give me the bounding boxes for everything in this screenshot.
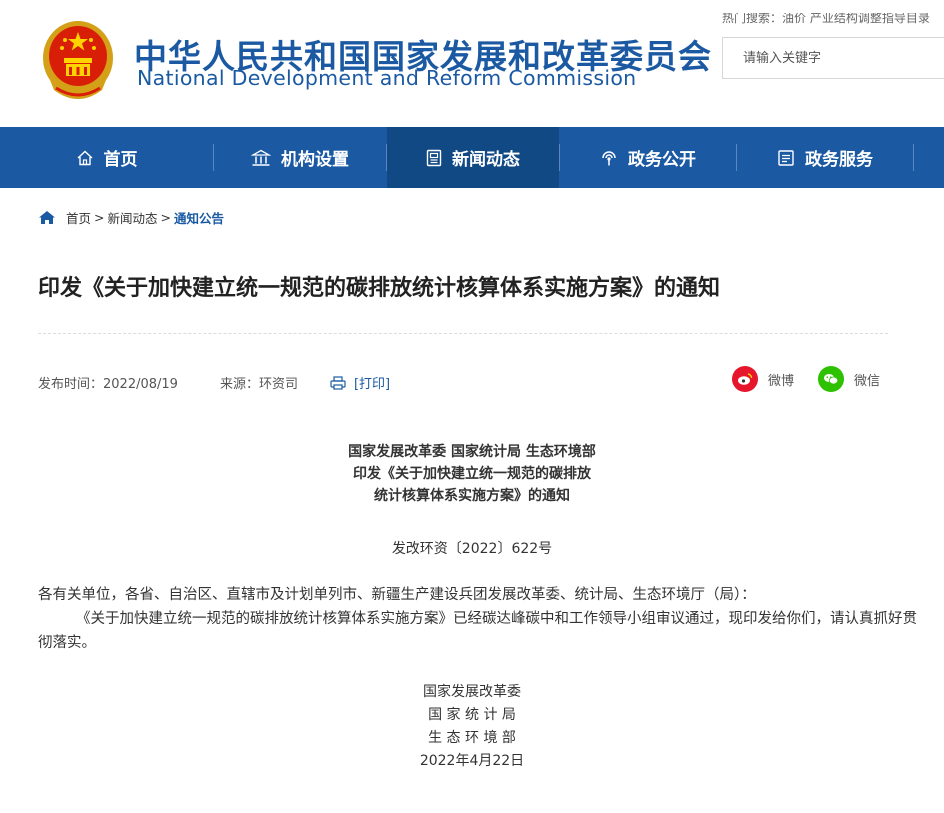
share-bar: 微博 微信	[732, 366, 880, 392]
breadcrumb-separator: >	[94, 210, 105, 225]
article-source: 来源：环资司	[219, 377, 298, 392]
signature-block: 国家发展改革委 国 家 统 计 局 生 态 环 境 部 2022年4月22日	[0, 681, 944, 773]
site-title-english[interactable]: National Development and Reform Commissi…	[137, 66, 636, 90]
breadcrumb-home-link[interactable]: 首页	[66, 208, 91, 227]
building-icon	[251, 149, 271, 167]
print-button[interactable]: [打印]	[330, 373, 390, 392]
share-wechat-button[interactable]: 微信	[818, 366, 880, 392]
signatory: 生 态 环 境 部	[428, 730, 516, 746]
breadcrumb: 首页 > 新闻动态 > 通知公告	[38, 208, 224, 227]
nav-item-home[interactable]: 首页	[0, 127, 213, 188]
home-icon	[38, 210, 56, 225]
search-box	[722, 37, 944, 79]
publish-time: 发布时间：2022/08/19	[38, 377, 178, 392]
issuer-line: 统计核算体系实施方案》的通知	[374, 488, 570, 504]
nav-item-label: 机构设置	[281, 150, 349, 170]
nav-item-label: 政务公开	[628, 150, 696, 170]
nav-item-label: 首页	[103, 150, 138, 170]
main-nav: 首页 机构设置 新闻动态 政务公开 政务服务	[0, 127, 944, 188]
home-icon	[76, 149, 94, 167]
hot-search-links[interactable]: 热门搜索：油价 产业结构调整指导目录	[722, 13, 944, 27]
broadcast-icon	[600, 149, 618, 167]
share-weibo-label: 微博	[768, 373, 795, 389]
breadcrumb-separator: >	[160, 210, 171, 225]
article-meta: 发布时间：2022/08/19 来源：环资司 [打印]	[38, 373, 390, 392]
nav-item-news[interactable]: 新闻动态	[387, 127, 559, 188]
nav-divider	[913, 144, 914, 171]
issuer-line: 国家发展改革委 国家统计局 生态环境部	[348, 444, 596, 460]
issuer-line: 印发《关于加快建立统一规范的碳排放	[353, 466, 591, 482]
signatory: 国家发展改革委	[423, 684, 521, 700]
news-icon	[426, 149, 442, 167]
share-wechat-label: 微信	[854, 373, 881, 389]
share-weibo-button[interactable]: 微博	[732, 366, 794, 392]
service-icon	[777, 149, 795, 167]
signature-date: 2022年4月22日	[419, 753, 525, 769]
body-paragraph: 各有关单位，各省、自治区、直辖市及计划单列市、新疆生产建设兵团发展改革委、统计局…	[38, 587, 756, 603]
article-title: 印发《关于加快建立统一规范的碳排放统计核算体系实施方案》的通知	[38, 276, 721, 301]
nav-item-government-affairs[interactable]: 政务公开	[560, 127, 736, 188]
weibo-icon	[732, 366, 758, 392]
article-body: 各有关单位，各省、自治区、直辖市及计划单列市、新疆生产建设兵团发展改革委、统计局…	[38, 583, 918, 655]
document-number: 发改环资〔2022〕622号	[391, 541, 553, 557]
nav-item-organization[interactable]: 机构设置	[214, 127, 386, 188]
site-header: 中华人民共和国国家发展和改革委员会 National Development a…	[0, 0, 944, 126]
wechat-icon	[818, 366, 845, 392]
signatory: 国 家 统 计 局	[428, 707, 516, 723]
body-paragraph: 《关于加快建立统一规范的碳排放统计核算体系实施方案》已经碳达峰碳中和工作领导小组…	[38, 611, 917, 651]
printer-icon	[330, 375, 346, 390]
nav-item-label: 政务服务	[805, 150, 873, 170]
nav-item-services[interactable]: 政务服务	[737, 127, 913, 188]
title-divider	[38, 333, 888, 334]
issuer-heading: 国家发展改革委 国家统计局 生态环境部 印发《关于加快建立统一规范的碳排放 统计…	[0, 441, 944, 507]
breadcrumb-current[interactable]: 通知公告	[174, 208, 224, 227]
national-emblem-logo[interactable]	[40, 18, 116, 102]
breadcrumb-news-link[interactable]: 新闻动态	[108, 208, 158, 227]
nav-item-label: 新闻动态	[452, 150, 520, 170]
print-label: [打印]	[353, 377, 391, 392]
search-input[interactable]	[723, 38, 943, 78]
